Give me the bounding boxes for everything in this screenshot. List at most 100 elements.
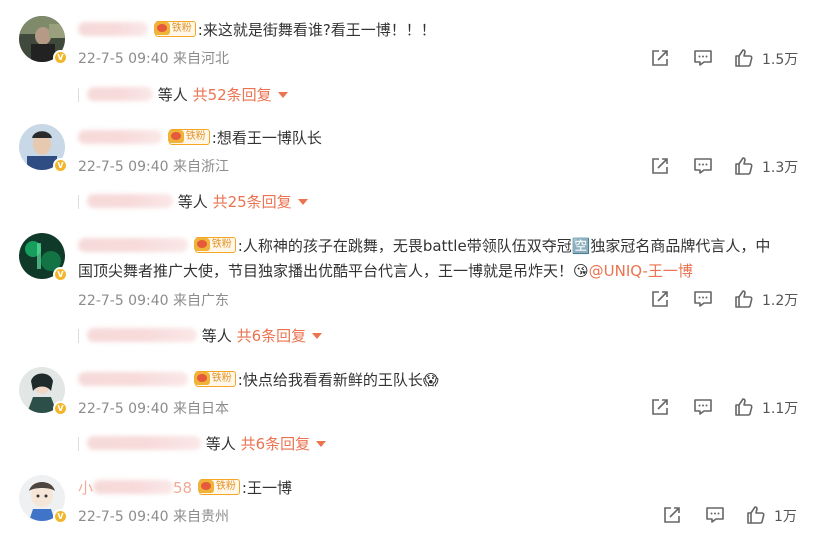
comment-text: :快点给我看看新鲜的王队长 (237, 371, 423, 389)
comment-icon[interactable] (693, 397, 713, 417)
comment-meta: 22-7-5 09:40 来自贵州 (78, 506, 229, 526)
fan-badge-label: 铁粉 (171, 23, 192, 34)
like-count: 1.2万 (762, 293, 799, 309)
avatar[interactable]: V (19, 233, 69, 283)
comment-text-cont: 国顶尖舞者推广大使，节目独家播出优酷平台代言人，王一博就是吊炸天！ (78, 262, 574, 280)
like-icon[interactable] (734, 156, 754, 176)
share-icon[interactable] (650, 156, 670, 176)
comment-meta: 22-7-5 09:40 来自广东 (78, 290, 229, 310)
fan-crown-icon (193, 371, 211, 387)
username-blurred[interactable] (78, 130, 162, 144)
verified-badge-icon: V (53, 50, 68, 65)
reply-summary[interactable]: 等人 共6条回复 (78, 325, 323, 346)
username-blurred[interactable] (78, 372, 188, 386)
reply-count[interactable]: 共6条回复 (241, 435, 311, 453)
like-count: 1万 (774, 509, 797, 525)
caret-down-icon[interactable] (312, 333, 323, 339)
comment-location: 来自贵州 (172, 509, 229, 525)
reply-count[interactable]: 共52条回复 (193, 86, 272, 104)
comment-line: 小 58 铁粉 :王一博 (78, 477, 292, 499)
share-icon[interactable] (650, 397, 670, 417)
reply-user-blurred[interactable] (87, 194, 173, 208)
comment-time: 22-7-5 09:40 (78, 401, 169, 417)
emoji-icon: 😱 (422, 371, 439, 389)
fan-crown-icon (193, 237, 211, 253)
caret-down-icon[interactable] (277, 92, 288, 98)
comment-actions: 1.2万 (650, 289, 810, 309)
comment-icon[interactable] (693, 289, 713, 309)
reply-count[interactable]: 共25条回复 (213, 193, 292, 211)
like-icon[interactable] (746, 505, 766, 525)
comment-location: 来自浙江 (172, 159, 229, 175)
comment-time: 22-7-5 09:40 (78, 509, 169, 525)
fan-badge-label: 铁粉 (211, 373, 232, 384)
avatar[interactable]: V (19, 124, 69, 174)
reply-divider (78, 88, 79, 102)
comment-line: 铁粉:来这就是街舞看谁?看王一博！！！ (78, 19, 436, 41)
fan-badge: 铁粉 (153, 21, 196, 37)
comment-text: :人称神的孩子在跳舞，无畏battle带领队伍双夺冠🈳独家冠名商品牌代言人，中 (237, 237, 771, 255)
mention-link[interactable]: @UNIQ-王一博 (589, 262, 693, 280)
share-icon[interactable] (662, 505, 682, 525)
like-count: 1.3万 (762, 160, 799, 176)
comment-meta: 22-7-5 09:40 来自浙江 (78, 156, 229, 176)
like-count: 1.5万 (762, 52, 799, 68)
fan-badge-label: 铁粉 (215, 481, 236, 492)
avatar[interactable]: V (19, 475, 69, 525)
username-blurred[interactable] (78, 238, 188, 252)
username-blurred[interactable] (93, 480, 174, 494)
comment-location: 来自河北 (172, 51, 229, 67)
reply-divider (78, 437, 79, 451)
comment-actions: 1.5万 (650, 48, 810, 68)
share-icon[interactable] (650, 48, 670, 68)
username-tail[interactable]: 58 (173, 479, 192, 497)
comment-line: 铁粉 :快点给我看看新鲜的王队长😱 (78, 369, 438, 391)
fan-badge: 铁粉 (197, 479, 240, 495)
caret-down-icon[interactable] (297, 199, 308, 205)
avatar[interactable]: V (19, 16, 69, 66)
comment-line: 铁粉:想看王一博队长 (78, 127, 322, 149)
comment-line: 铁粉 :人称神的孩子在跳舞，无畏battle带领队伍双夺冠🈳独家冠名商品牌代言人，… (78, 235, 770, 257)
comment-text: :王一博 (241, 479, 292, 497)
fan-crown-icon (197, 479, 215, 495)
reply-suffix: 等人 (201, 327, 232, 345)
reply-user-blurred[interactable] (87, 436, 201, 450)
reply-suffix: 等人 (157, 86, 188, 104)
avatar[interactable]: V (19, 367, 69, 417)
verified-badge-icon: V (53, 158, 68, 173)
like-icon[interactable] (734, 48, 754, 68)
verified-badge-icon: V (53, 509, 68, 524)
comment-icon[interactable] (693, 156, 713, 176)
comment-actions: 1万 (662, 505, 822, 525)
reply-count[interactable]: 共6条回复 (237, 327, 307, 345)
like-icon[interactable] (734, 289, 754, 309)
reply-summary[interactable]: 等人 共52条回复 (78, 84, 288, 105)
reply-suffix: 等人 (205, 435, 236, 453)
fan-badge-label: 铁粉 (185, 131, 206, 142)
comment-time: 22-7-5 09:40 (78, 293, 169, 309)
like-icon[interactable] (734, 397, 754, 417)
username-partial[interactable]: 小 (78, 479, 93, 497)
like-count: 1.1万 (762, 401, 799, 417)
username-blurred[interactable] (78, 22, 148, 36)
comment-icon[interactable] (705, 505, 725, 525)
comment-icon[interactable] (693, 48, 713, 68)
fan-badge-label: 铁粉 (211, 239, 232, 250)
comment-actions: 1.1万 (650, 397, 810, 417)
verified-badge-icon: V (53, 401, 68, 416)
reply-summary[interactable]: 等人 共25条回复 (78, 191, 308, 212)
comment-meta: 22-7-5 09:40 来自日本 (78, 398, 229, 418)
share-icon[interactable] (650, 289, 670, 309)
reply-divider (78, 329, 79, 343)
emoji-icon: 😘 (573, 262, 589, 280)
fan-badge: 铁粉 (167, 129, 210, 145)
verified-badge-icon: V (53, 267, 68, 282)
comment-meta: 22-7-5 09:40 来自河北 (78, 48, 229, 68)
caret-down-icon[interactable] (316, 441, 327, 447)
comment-location: 来自广东 (172, 293, 229, 309)
reply-user-blurred[interactable] (87, 87, 153, 101)
fan-crown-icon (167, 129, 185, 145)
reply-suffix: 等人 (177, 193, 208, 211)
reply-user-blurred[interactable] (87, 328, 197, 342)
reply-summary[interactable]: 等人 共6条回复 (78, 433, 327, 454)
